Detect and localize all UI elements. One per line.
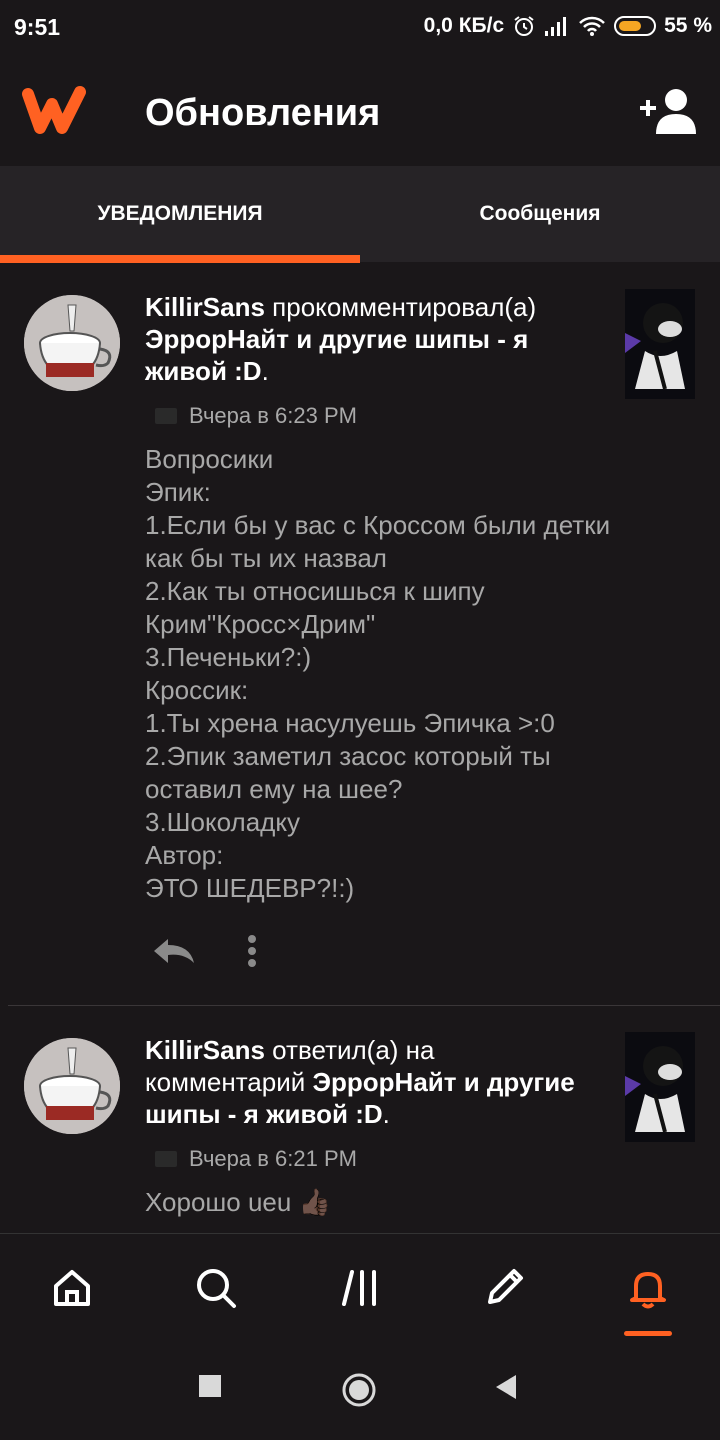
comment-actions	[150, 933, 258, 969]
tab-notifications[interactable]: УВЕДОМЛЕНИЯ	[0, 166, 360, 262]
nav-library[interactable]	[334, 1262, 386, 1314]
notification-headline[interactable]: KillirSans прокомментировал(а) ЭррорНайт…	[145, 291, 585, 387]
notification-headline[interactable]: KillirSans ответил(а) на комментарий Эрр…	[145, 1034, 585, 1130]
back-icon[interactable]	[494, 1374, 518, 1400]
avatar[interactable]	[24, 1038, 120, 1134]
headline-end: .	[382, 1099, 390, 1129]
tab-bar: УВЕДОМЛЕНИЯ Сообщения	[0, 166, 720, 262]
alarm-icon	[514, 16, 534, 36]
status-icons: 0,0 КБ/с 55 %	[424, 14, 712, 38]
username[interactable]: KillirSans	[145, 292, 265, 322]
timestamp: Вчера в 6:21 PM	[189, 1146, 357, 1171]
write-icon	[488, 1269, 523, 1304]
timestamp: Вчера в 6:23 PM	[189, 403, 357, 428]
action-text: прокомментировал(а)	[264, 292, 537, 322]
story-thumbnail[interactable]	[625, 289, 695, 399]
story-title[interactable]: ЭррорНайт и другие шипы - я живой :D	[145, 324, 528, 386]
nav-home[interactable]	[46, 1262, 98, 1314]
tea-cup-avatar-image	[24, 1038, 120, 1134]
nav-notifications[interactable]	[622, 1262, 674, 1314]
comment-icon	[155, 408, 177, 424]
notification-feed[interactable]: KillirSans прокомментировал(а) ЭррорНайт…	[0, 263, 720, 1233]
comment-text: Хорошо ueu 👍🏿	[145, 1187, 331, 1217]
tea-cup-avatar-image	[24, 295, 120, 391]
nav-search[interactable]	[190, 1262, 242, 1314]
nav-active-indicator	[624, 1331, 672, 1336]
bottom-navigation	[0, 1233, 720, 1346]
battery-level: 55 %	[664, 14, 712, 37]
comment-icon	[155, 1151, 177, 1167]
system-navigation-bar	[0, 1346, 720, 1440]
wattpad-logo[interactable]	[22, 84, 90, 136]
search-icon	[197, 1269, 236, 1308]
wifi-icon	[579, 16, 606, 36]
tab-messages[interactable]: Сообщения	[360, 166, 720, 262]
app-bar: Обновления	[0, 56, 720, 166]
bell-icon	[630, 1272, 666, 1309]
tab-active-indicator	[0, 255, 360, 263]
nav-write[interactable]	[478, 1262, 530, 1314]
story-cover-image	[625, 1032, 695, 1142]
home-icon	[54, 1270, 90, 1306]
status-bar: 9:51 0,0 КБ/с 55 %	[0, 0, 720, 56]
more-options-icon[interactable]	[246, 933, 258, 969]
signal-icon	[545, 17, 567, 36]
add-user-icon[interactable]	[638, 86, 696, 136]
battery-icon	[614, 16, 657, 36]
username[interactable]: KillirSans	[145, 1035, 265, 1065]
recents-icon[interactable]	[198, 1374, 222, 1398]
comment-text: Вопросики Эпик: 1.Если бы у вас с Кроссо…	[145, 444, 611, 903]
notification-item[interactable]: KillirSans ответил(а) на комментарий Эрр…	[0, 1006, 720, 1233]
page-title: Обновления	[145, 92, 381, 134]
story-cover-image	[625, 289, 695, 399]
notification-item[interactable]: KillirSans прокомментировал(а) ЭррорНайт…	[0, 263, 720, 1005]
avatar[interactable]	[24, 295, 120, 391]
library-icon	[342, 1270, 376, 1306]
net-speed: 0,0 КБ/с	[423, 14, 505, 37]
notification-meta: Вчера в 6:23 PM	[155, 403, 357, 429]
reply-icon[interactable]	[150, 935, 198, 967]
headline-end: .	[261, 356, 269, 386]
status-time: 9:51	[14, 14, 61, 40]
notification-meta: Вчера в 6:21 PM	[155, 1146, 357, 1172]
story-thumbnail[interactable]	[625, 1032, 695, 1142]
home-button-icon[interactable]	[341, 1372, 377, 1408]
